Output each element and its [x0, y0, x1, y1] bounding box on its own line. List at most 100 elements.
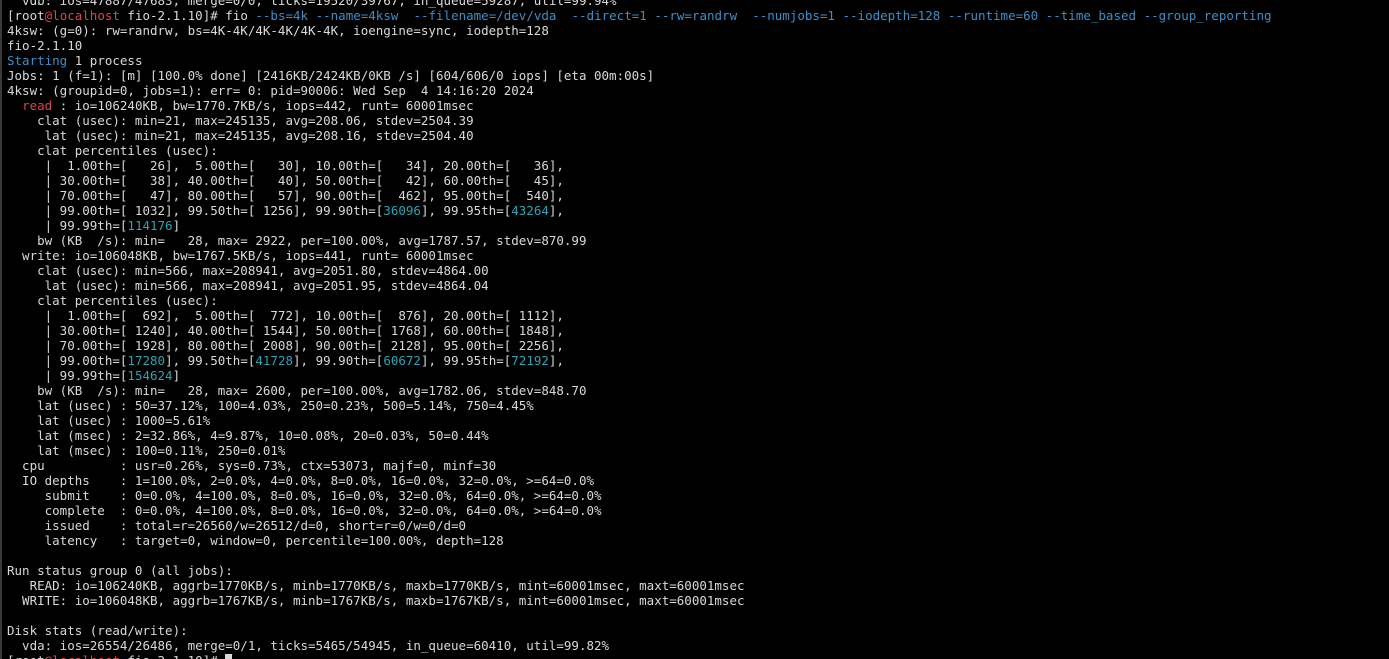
terminal-line: vda: ios=26554/26486, merge=0/1, ticks=5…	[7, 638, 1272, 653]
terminal-text: [root	[7, 8, 45, 23]
terminal-text: cpu : usr=0.26%, sys=0.73%, ctx=53073, m…	[7, 458, 497, 473]
terminal-text: lat (usec): min=21, max=245135, avg=208.…	[7, 128, 474, 143]
terminal-text-red: @localhost	[45, 653, 120, 659]
terminal-text: ], 99.50th=[	[165, 353, 256, 368]
terminal-line: bw (KB /s): min= 28, max= 2922, per=100.…	[7, 233, 1272, 248]
terminal-line: vdb: ios=47887/47683, merge=0/0, ticks=1…	[7, 0, 1272, 8]
terminal-text-cyan: 41728	[255, 353, 294, 368]
terminal-text: | 99.00th=[ 1032], 99.50th=[ 1256], 99.9…	[7, 203, 384, 218]
terminal-text: Disk stats (read/write):	[7, 623, 188, 638]
terminal-text: ], 99.90th=[	[293, 353, 384, 368]
terminal-line: | 99.99th=[154624]	[7, 368, 1272, 383]
terminal-text-cyan: 60672	[383, 353, 421, 368]
terminal-line: submit : 0=0.0%, 4=100.0%, 8=0.0%, 16=0.…	[7, 488, 1272, 503]
terminal-text: bw (KB /s): min= 28, max= 2600, per=100.…	[7, 383, 587, 398]
terminal-text: latency : target=0, window=0, percentile…	[7, 533, 504, 548]
terminal-line: clat (usec): min=566, max=208941, avg=20…	[7, 263, 1272, 278]
terminal-text: | 99.99th=[	[7, 368, 128, 383]
terminal-line: write: io=106048KB, bw=1767.5KB/s, iops=…	[7, 248, 1272, 263]
terminal-text: Run status group 0 (all jobs):	[7, 563, 233, 578]
terminal-text: [root	[7, 653, 45, 659]
terminal-text: submit : 0=0.0%, 4=100.0%, 8=0.0%, 16=0.…	[7, 488, 602, 503]
terminal-text: 1 process	[67, 53, 143, 68]
terminal-text: | 70.00th=[ 47], 80.00th=[ 57], 90.00th=…	[7, 188, 564, 203]
terminal-text-blue: --time_based	[1045, 8, 1137, 23]
terminal-text: fio-2.1.10	[7, 38, 83, 53]
terminal-text: 4ksw: (g=0): rw=randrw, bs=4K-4K/4K-4K/4…	[7, 23, 549, 38]
terminal-text: ]	[172, 368, 181, 383]
terminal-text: WRITE: io=106048KB, aggrb=1767KB/s, minb…	[7, 593, 745, 608]
terminal-window[interactable]: vdb: ios=47887/47683, merge=0/0, ticks=1…	[0, 0, 1389, 659]
terminal-line: lat (usec): min=566, max=208941, avg=205…	[7, 278, 1272, 293]
terminal-text: | 1.00th=[ 26], 5.00th=[ 30], 10.00th=[ …	[7, 158, 564, 173]
terminal-text: | 1.00th=[ 692], 5.00th=[ 772], 10.00th=…	[7, 308, 564, 323]
terminal-text-blue: --group_reporting	[1143, 8, 1272, 23]
terminal-text: clat percentiles (usec):	[7, 293, 218, 308]
terminal-text: lat (msec) : 100=0.11%, 250=0.01%	[7, 443, 286, 458]
terminal-text: clat (usec): min=21, max=245135, avg=208…	[7, 113, 474, 128]
terminal-text: issued : total=r=26560/w=26512/d=0, shor…	[7, 518, 467, 533]
terminal-line: Jobs: 1 (f=1): [m] [100.0% done] [2416KB…	[7, 68, 1272, 83]
terminal-text-cyan: 43264	[511, 203, 549, 218]
terminal-line: lat (usec) : 50=37.12%, 100=4.03%, 250=0…	[7, 398, 1272, 413]
terminal-line: lat (msec) : 100=0.11%, 250=0.01%	[7, 443, 1272, 458]
terminal-text: ],	[548, 203, 564, 218]
terminal-line: issued : total=r=26560/w=26512/d=0, shor…	[7, 518, 1272, 533]
terminal-text-red: read	[22, 98, 53, 113]
terminal-text: fio-2.1.10]#	[120, 653, 225, 659]
terminal-text-cyan: 36096	[383, 203, 421, 218]
terminal-text: vda: ios=26554/26486, merge=0/1, ticks=5…	[7, 638, 610, 653]
terminal-text: READ: io=106240KB, aggrb=1770KB/s, minb=…	[7, 578, 745, 593]
terminal-line: WRITE: io=106048KB, aggrb=1767KB/s, minb…	[7, 593, 1272, 608]
terminal-text: | 70.00th=[ 1928], 80.00th=[ 2008], 90.0…	[7, 338, 564, 353]
terminal-line: clat (usec): min=21, max=245135, avg=208…	[7, 113, 1272, 128]
terminal-text: : io=106240KB, bw=1770.7KB/s, iops=442, …	[52, 98, 474, 113]
terminal-text: bw (KB /s): min= 28, max= 2922, per=100.…	[7, 233, 587, 248]
terminal-text: ],	[548, 353, 564, 368]
terminal-text: 4ksw: (groupid=0, jobs=1): err= 0: pid=9…	[7, 83, 534, 98]
terminal-text: lat (msec) : 2=32.86%, 4=9.87%, 10=0.08%…	[7, 428, 489, 443]
terminal-text-blue: --numjobs=1	[752, 8, 835, 23]
terminal-line: | 30.00th=[ 1240], 40.00th=[ 1544], 50.0…	[7, 323, 1272, 338]
terminal-text: ]	[172, 218, 181, 233]
terminal-line: | 99.00th=[ 1032], 99.50th=[ 1256], 99.9…	[7, 203, 1272, 218]
terminal-line: Starting 1 process	[7, 53, 1272, 68]
terminal-line: bw (KB /s): min= 28, max= 2600, per=100.…	[7, 383, 1272, 398]
terminal-text: write: io=106048KB, bw=1767.5KB/s, iops=…	[7, 248, 474, 263]
terminal-line: | 70.00th=[ 47], 80.00th=[ 57], 90.00th=…	[7, 188, 1272, 203]
terminal-line: IO depths : 1=100.0%, 2=0.0%, 4=0.0%, 8=…	[7, 473, 1272, 488]
terminal-text: IO depths : 1=100.0%, 2=0.0%, 4=0.0%, 8=…	[7, 473, 594, 488]
terminal-text: lat (usec) : 1000=5.61%	[7, 413, 211, 428]
terminal-text: ], 99.95th=[	[420, 203, 512, 218]
terminal-line: [root@localhost fio-2.1.10]# fio --bs=4k…	[7, 8, 1272, 23]
terminal-text: complete : 0=0.0%, 4=100.0%, 8=0.0%, 16=…	[7, 503, 602, 518]
terminal-line: | 99.00th=[17280], 99.50th=[41728], 99.9…	[7, 353, 1272, 368]
terminal-text: | 30.00th=[ 1240], 40.00th=[ 1544], 50.0…	[7, 323, 564, 338]
terminal-text-blue: --filename=/dev/vda	[413, 8, 557, 23]
terminal-text-cyan: 17280	[127, 353, 166, 368]
terminal-text: vdb: ios=47887/47683, merge=0/0, ticks=1…	[7, 0, 617, 8]
terminal-text-blue: --runtime=60	[947, 8, 1039, 23]
terminal-line: 4ksw: (g=0): rw=randrw, bs=4K-4K/4K-4K/4…	[7, 23, 1272, 38]
terminal-text-cyan: 114176	[127, 218, 173, 233]
terminal-line: clat percentiles (usec):	[7, 293, 1272, 308]
terminal-text-blue: Starting	[7, 53, 68, 68]
terminal-text-blue: --bs=4k	[255, 8, 309, 23]
terminal-text-red: @localhost	[44, 8, 120, 23]
terminal-line: Disk stats (read/write):	[7, 623, 1272, 638]
terminal-line: lat (msec) : 2=32.86%, 4=9.87%, 10=0.08%…	[7, 428, 1272, 443]
terminal-line: clat percentiles (usec):	[7, 143, 1272, 158]
terminal-line: | 1.00th=[ 26], 5.00th=[ 30], 10.00th=[ …	[7, 158, 1272, 173]
terminal-text: lat (usec): min=566, max=208941, avg=205…	[7, 278, 489, 293]
terminal-text-blue: --rw=randrw	[654, 8, 738, 23]
terminal-line: complete : 0=0.0%, 4=100.0%, 8=0.0%, 16=…	[7, 503, 1272, 518]
